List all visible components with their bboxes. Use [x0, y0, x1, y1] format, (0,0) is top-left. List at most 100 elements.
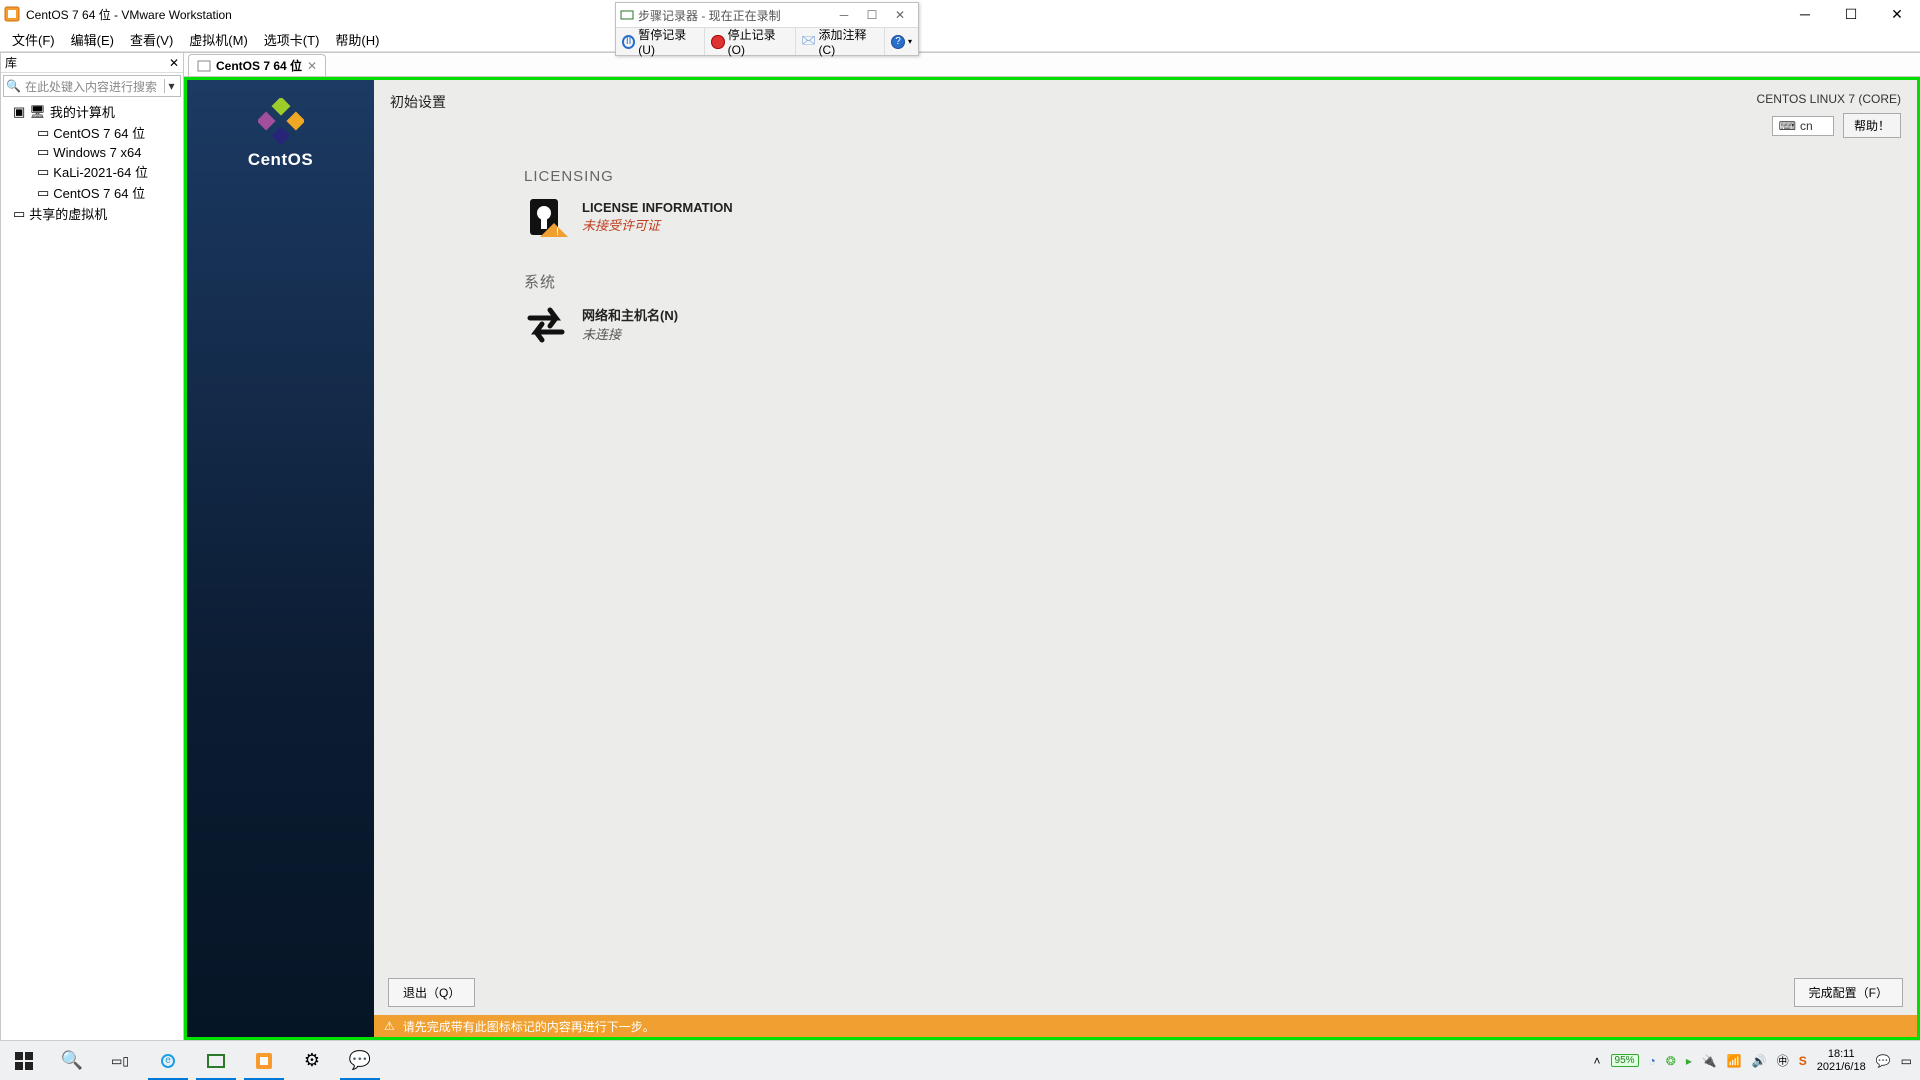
- network-status: 未连接: [582, 324, 678, 343]
- tray-ime-icon[interactable]: ㊥: [1777, 1052, 1789, 1069]
- taskbar-app-vmware[interactable]: [240, 1041, 288, 1080]
- spoke-license[interactable]: ! LICENSE INFORMATION 未接受许可证: [524, 197, 1917, 237]
- recorder-title-text: 步骤记录器 - 现在正在录制: [638, 7, 781, 24]
- recorder-titlebar[interactable]: 步骤记录器 - 现在正在录制 ─ ☐ ✕: [616, 3, 918, 27]
- start-button[interactable]: [0, 1041, 48, 1080]
- recorder-minimize[interactable]: ─: [830, 8, 858, 22]
- steps-recorder-window[interactable]: 步骤记录器 - 现在正在录制 ─ ☐ ✕ II 暂停记录(U) 停止记录(O) …: [615, 2, 919, 56]
- tab-label: CentOS 7 64 位: [216, 57, 302, 74]
- vm-sidebar: CentOS: [187, 80, 374, 1037]
- menu-vm[interactable]: 虚拟机(M): [181, 28, 256, 51]
- recorder-help-button[interactable]: ? ▾: [885, 28, 918, 55]
- notifications-button[interactable]: 💬: [1876, 1054, 1891, 1068]
- quit-button[interactable]: 退出（Q）: [388, 978, 475, 1007]
- tree-vm-item[interactable]: ▭CentOS 7 64 位: [1, 182, 183, 203]
- tray-play-icon[interactable]: ▸: [1686, 1054, 1692, 1068]
- vm-icon: ▭: [37, 125, 49, 141]
- tree-vm-item[interactable]: ▭CentOS 7 64 位: [1, 122, 183, 143]
- library-search[interactable]: 🔍 在此处键入内容进行搜索 ▾: [3, 75, 181, 97]
- taskbar-app-recorder[interactable]: [192, 1041, 240, 1080]
- tab-close-button[interactable]: ✕: [307, 59, 317, 73]
- tree-vm-item[interactable]: ▭Windows 7 x64: [1, 143, 183, 161]
- help-button[interactable]: 帮助！: [1843, 113, 1901, 138]
- menubar: 文件(F) 编辑(E) 查看(V) 虚拟机(M) 选项卡(T) 帮助(H): [0, 28, 1920, 52]
- vm-display[interactable]: CentOS 初始设置 CENTOS LINUX 7 (CORE) ⌨ cn 帮…: [184, 77, 1920, 1040]
- taskbar-clock[interactable]: 18:11 2021/6/18: [1817, 1048, 1866, 1072]
- taskbar-search[interactable]: 🔍: [48, 1041, 96, 1080]
- tray-wifi-icon[interactable]: 📶: [1727, 1054, 1742, 1068]
- taskbar-app-settings[interactable]: ⚙: [288, 1041, 336, 1080]
- maximize-button[interactable]: ☐: [1828, 0, 1874, 28]
- centos-logo-icon: [258, 98, 304, 144]
- warning-bar: ⚠ 请先完成带有此图标标记的内容再进行下一步。: [374, 1015, 1917, 1037]
- taskbar-app-edge[interactable]: e: [144, 1041, 192, 1080]
- license-icon: !: [524, 197, 568, 237]
- taskbar-app-wechat[interactable]: 💬: [336, 1041, 384, 1080]
- library-pane: 库 ✕ 🔍 在此处键入内容进行搜索 ▾ ▣ 🖥 我的计算机 ▭CentOS 7 …: [0, 52, 184, 1040]
- gear-icon: ⚙: [304, 1050, 320, 1071]
- task-view-button[interactable]: ▭▯: [96, 1041, 144, 1080]
- tree-vm-item[interactable]: ▭KaLi-2021-64 位: [1, 161, 183, 182]
- menu-file[interactable]: 文件(F): [4, 28, 63, 51]
- vm-icon: ▭: [37, 164, 49, 180]
- close-button[interactable]: ✕: [1874, 0, 1920, 28]
- section-licensing: LICENSING: [524, 168, 1917, 185]
- edge-icon: e: [161, 1054, 175, 1068]
- tab-strip: CentOS 7 64 位 ✕: [184, 53, 1920, 77]
- help-icon: ?: [891, 35, 905, 49]
- search-placeholder: 在此处键入内容进行搜索: [25, 78, 164, 95]
- initial-setup-title: 初始设置: [390, 92, 446, 112]
- license-status: 未接受许可证: [582, 215, 733, 234]
- network-label: 网络和主机名(N): [582, 305, 678, 324]
- menu-help[interactable]: 帮助(H): [327, 28, 387, 51]
- chevron-down-icon: ▾: [908, 37, 912, 46]
- search-dropdown[interactable]: ▾: [164, 79, 178, 93]
- tree-shared-vms[interactable]: ▭共享的虚拟机: [1, 203, 183, 224]
- pause-record-button[interactable]: II 暂停记录(U): [616, 28, 705, 55]
- spoke-network[interactable]: 网络和主机名(N) 未连接: [524, 304, 1917, 344]
- windows-taskbar: 🔍 ▭▯ e ⚙ 💬 ˄ 95% ◔ ❂ ▸ 🔌 📶 🔊 ㊥ S 18:11 2…: [0, 1040, 1920, 1080]
- search-icon: 🔍: [6, 79, 21, 93]
- tray-volume-icon[interactable]: 🔊: [1752, 1054, 1767, 1068]
- menu-tabs[interactable]: 选项卡(T): [256, 28, 328, 51]
- vm-icon: ▭: [37, 185, 49, 201]
- computer-icon: 🖥: [29, 104, 46, 120]
- recorder-icon: [620, 8, 634, 22]
- tray-power-icon[interactable]: 🔌: [1702, 1054, 1717, 1068]
- menu-edit[interactable]: 编辑(E): [63, 28, 122, 51]
- library-close-button[interactable]: ✕: [169, 56, 179, 70]
- taskview-icon: ▭▯: [111, 1054, 129, 1068]
- menu-view[interactable]: 查看(V): [122, 28, 181, 51]
- recorder-maximize[interactable]: ☐: [858, 8, 886, 22]
- window-title: CentOS 7 64 位 - VMware Workstation: [26, 6, 232, 23]
- content-pane: CentOS 7 64 位 ✕ CentOS 初始设置: [184, 52, 1920, 1040]
- search-icon: 🔍: [61, 1050, 83, 1071]
- svg-text:!: !: [556, 226, 559, 237]
- finish-config-button[interactable]: 完成配置（F）: [1794, 978, 1903, 1007]
- stop-record-button[interactable]: 停止记录(O): [705, 28, 795, 55]
- tray-clock-icon[interactable]: ◔: [1649, 1054, 1656, 1068]
- warning-text: 请先完成带有此图标标记的内容再进行下一步。: [403, 1018, 655, 1035]
- tray-sogou-icon[interactable]: S: [1799, 1054, 1807, 1068]
- shared-icon: ▭: [13, 206, 25, 222]
- tray-weather-icon[interactable]: ❂: [1666, 1054, 1676, 1068]
- library-tree: ▣ 🖥 我的计算机 ▭CentOS 7 64 位 ▭Windows 7 x64 …: [1, 99, 183, 226]
- battery-indicator[interactable]: 95%: [1611, 1054, 1639, 1067]
- add-comment-button[interactable]: 🖂 添加注释(C): [796, 28, 885, 55]
- action-center-button[interactable]: ▭: [1901, 1054, 1912, 1068]
- vmware-icon: [4, 6, 20, 22]
- recorder-close[interactable]: ✕: [886, 8, 914, 22]
- keyboard-layout-selector[interactable]: ⌨ cn: [1772, 116, 1834, 136]
- keyboard-icon: ⌨: [1779, 119, 1796, 133]
- vm-icon: ▭: [37, 144, 49, 160]
- tray-chevron[interactable]: ˄: [1594, 1054, 1601, 1068]
- distro-label: CENTOS LINUX 7 (CORE): [1757, 92, 1901, 106]
- minimize-button[interactable]: ─: [1782, 0, 1828, 28]
- tree-root-mycomputer[interactable]: ▣ 🖥 我的计算机: [1, 101, 183, 122]
- windows-icon: [15, 1052, 33, 1070]
- centos-brand-text: CentOS: [248, 150, 313, 170]
- vm-content: 初始设置 CENTOS LINUX 7 (CORE) ⌨ cn 帮助！: [374, 80, 1917, 1037]
- section-system: 系统: [524, 271, 1917, 292]
- library-title: 库: [5, 54, 17, 71]
- vm-tab[interactable]: CentOS 7 64 位 ✕: [188, 54, 326, 76]
